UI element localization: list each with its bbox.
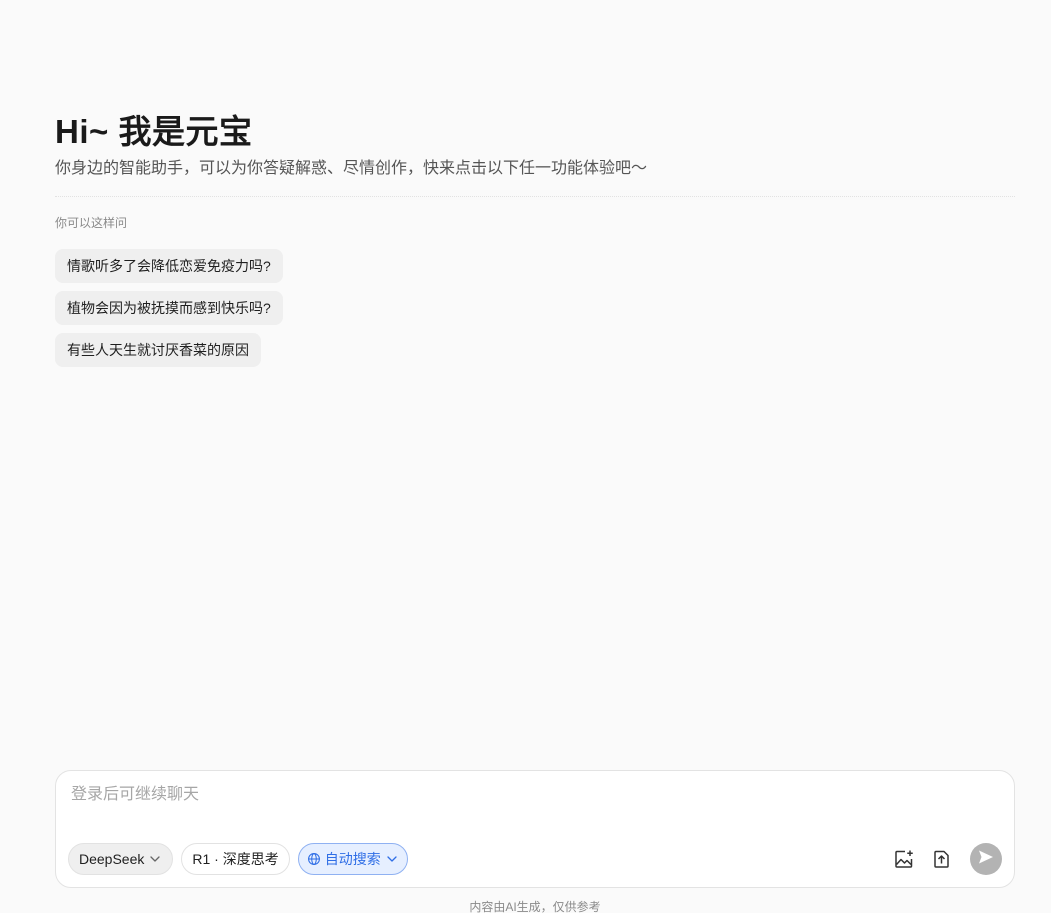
disclaimer: 内容由AI生成，仅供参考 xyxy=(469,900,601,913)
suggestion-chip[interactable]: 情歌听多了会降低恋爱免疫力吗? xyxy=(55,249,283,283)
deep-think-toggle[interactable]: R1 · 深度思考 xyxy=(181,843,290,875)
chat-home-page: Hi~ 我是元宝 你身边的智能助手，可以为你答疑解惑、尽情创作，快来点击以下任一… xyxy=(0,0,1051,913)
composer-actions xyxy=(882,843,1002,875)
image-upload-icon[interactable] xyxy=(888,843,920,875)
send-button[interactable] xyxy=(970,843,1002,875)
page-title: Hi~ 我是元宝 xyxy=(55,113,253,150)
model-label: DeepSeek xyxy=(79,851,145,867)
page-subtitle: 你身边的智能助手，可以为你答疑解惑、尽情创作，快来点击以下任一功能体验吧～ xyxy=(55,160,648,177)
composer-options: DeepSeek R1 · 深度思考 自动搜索 xyxy=(68,843,408,875)
model-selector[interactable]: DeepSeek xyxy=(68,843,174,875)
send-icon xyxy=(977,848,995,871)
welcome-section: Hi~ 我是元宝 你身边的智能助手，可以为你答疑解惑、尽情创作，快来点击以下任一… xyxy=(55,112,1015,197)
suggestion-chip[interactable]: 有些人天生就讨厌香菜的原因 xyxy=(55,333,261,367)
chevron-down-icon xyxy=(385,852,399,866)
chevron-down-icon xyxy=(148,852,162,866)
suggestion-chip[interactable]: 植物会因为被抚摸而感到快乐吗? xyxy=(55,291,283,325)
chat-composer: DeepSeek R1 · 深度思考 自动搜索 xyxy=(55,770,1015,888)
file-upload-icon[interactable] xyxy=(926,843,958,875)
globe-icon xyxy=(307,852,321,866)
auto-search-label: 自动搜索 xyxy=(324,851,381,867)
auto-search-selector[interactable]: 自动搜索 xyxy=(297,843,408,875)
chat-input[interactable] xyxy=(71,783,991,807)
deep-think-label: R1 · 深度思考 xyxy=(192,851,279,867)
suggestion-list: 情歌听多了会降低恋爱免疫力吗? 植物会因为被抚摸而感到快乐吗? 有些人天生就讨厌… xyxy=(55,249,283,375)
divider xyxy=(55,196,1015,197)
suggestions-label: 你可以这样问 xyxy=(55,216,128,230)
